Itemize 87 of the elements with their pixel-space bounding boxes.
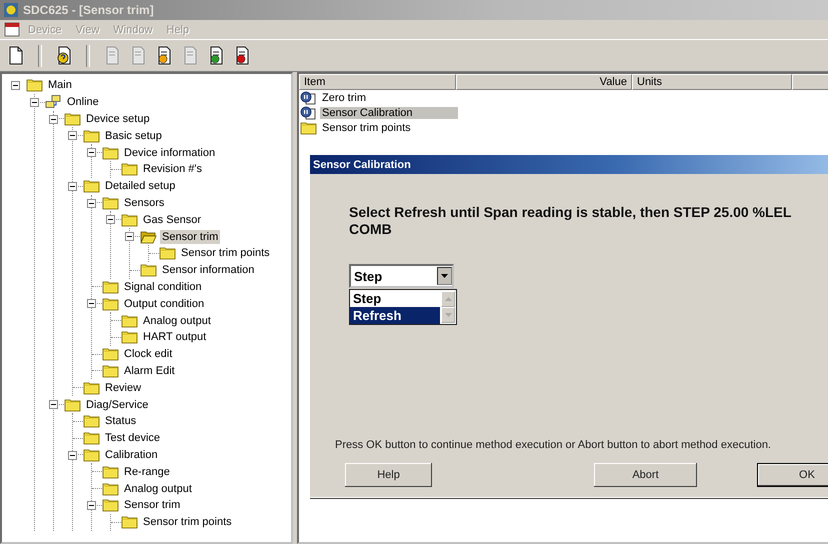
folder-icon [83,431,100,446]
folder-icon [121,212,138,227]
method-icon [300,90,317,104]
tree-item[interactable]: Test device [103,431,162,446]
column-header[interactable]: Units [632,74,792,90]
collapse-icon[interactable] [125,232,134,242]
folder-icon [26,78,43,92]
tree-item[interactable]: Signal condition [122,280,204,294]
collapse-icon[interactable] [49,400,58,410]
collapse-icon[interactable] [106,215,115,224]
folder-icon [140,263,157,278]
collapse-icon[interactable] [11,81,20,90]
collapse-icon[interactable] [49,114,58,124]
folder-icon [121,515,138,530]
folder-icon [83,128,100,143]
tree-item[interactable]: Diag/Service [84,398,150,412]
column-header[interactable]: Item [299,74,456,90]
open-folder-icon [140,230,157,244]
folder-icon [121,314,138,328]
tree-item[interactable]: Detailed setup [103,179,178,194]
tree-item[interactable]: Basic setup [103,128,164,143]
folder-icon [102,498,119,512]
dropdown[interactable]: Step [349,264,454,288]
folder-icon [83,414,100,428]
tree-item[interactable]: Sensor information [160,263,256,278]
method-icon [300,106,317,120]
tree-item[interactable]: Alarm Edit [122,364,177,378]
collapse-icon[interactable] [68,450,77,460]
collapse-icon[interactable] [87,500,96,510]
tree-item[interactable]: Gas Sensor [141,212,204,227]
tree-item[interactable]: Sensor trim [160,230,220,244]
tree-item[interactable]: Clock edit [122,347,174,362]
tree-item[interactable]: Analog output [141,314,213,328]
tree-item[interactable]: Review [103,380,144,395]
tree-item[interactable]: Device setup [84,112,152,126]
document-window-icon[interactable] [4,22,20,37]
window-title: SDC625 - [Sensor trim] [23,3,154,17]
list-item[interactable]: Sensor trim points [320,122,458,134]
folder-icon [102,296,119,311]
folder-icon [83,448,100,462]
collapse-icon[interactable] [87,299,96,308]
collapse-icon[interactable] [30,98,39,107]
folder-icon [121,330,138,344]
tree-item[interactable]: Sensor trim points [141,515,234,530]
dialog-button[interactable]: OK [757,463,828,487]
folder-icon [121,162,138,176]
tree-item[interactable]: Sensor trim [122,498,182,512]
list-item[interactable]: Sensor Calibration [320,106,458,118]
folder-icon [102,482,119,496]
folder-icon [102,364,119,378]
folder-icon [83,179,100,194]
tree-item[interactable]: Device information [122,146,218,160]
collapse-icon[interactable] [87,198,96,208]
folder-icon [300,120,317,134]
list-item[interactable]: Zero trim [320,92,458,104]
tree-item[interactable]: Calibration [103,448,160,462]
folder-icon [159,246,176,260]
hint-text: Press OK button to continue method execution or Abort button to abort method execution. [335,439,772,451]
folder-icon [83,380,100,395]
app-icon [3,2,19,18]
column-header[interactable]: Value [456,74,632,90]
tree-item[interactable]: Status [103,414,138,428]
folder-icon [64,398,81,412]
tree-item[interactable]: Online [65,95,101,110]
tree-item[interactable]: Main [46,78,74,92]
tree-item[interactable]: Output condition [122,296,206,311]
folder-icon [102,280,119,294]
dialog-title: Sensor Calibration [310,155,828,174]
tree-item[interactable]: Revision #'s [141,162,204,176]
dialog-button[interactable]: Help [345,463,432,487]
collapse-icon[interactable] [68,182,77,191]
network-icon [45,95,62,110]
collapse-icon[interactable] [68,131,77,140]
folder-icon [64,112,81,126]
tree-item[interactable]: Re-range [122,464,172,479]
collapse-icon[interactable] [87,148,96,158]
tree-item[interactable]: HART output [141,330,208,344]
tree-item[interactable]: Sensor trim points [179,246,272,260]
dropdown-option[interactable]: Refresh [350,307,440,324]
folder-icon [102,464,119,479]
tree-item[interactable]: Analog output [122,482,194,496]
folder-icon [102,347,119,362]
dialog-button[interactable]: Abort [594,463,697,487]
tree-item[interactable]: Sensors [122,196,166,210]
folder-icon [102,196,119,210]
folder-icon [102,146,119,160]
instruction-text: Select Refresh until Span reading is stable, then STEP 25.00 %LEL COMB [349,204,792,238]
